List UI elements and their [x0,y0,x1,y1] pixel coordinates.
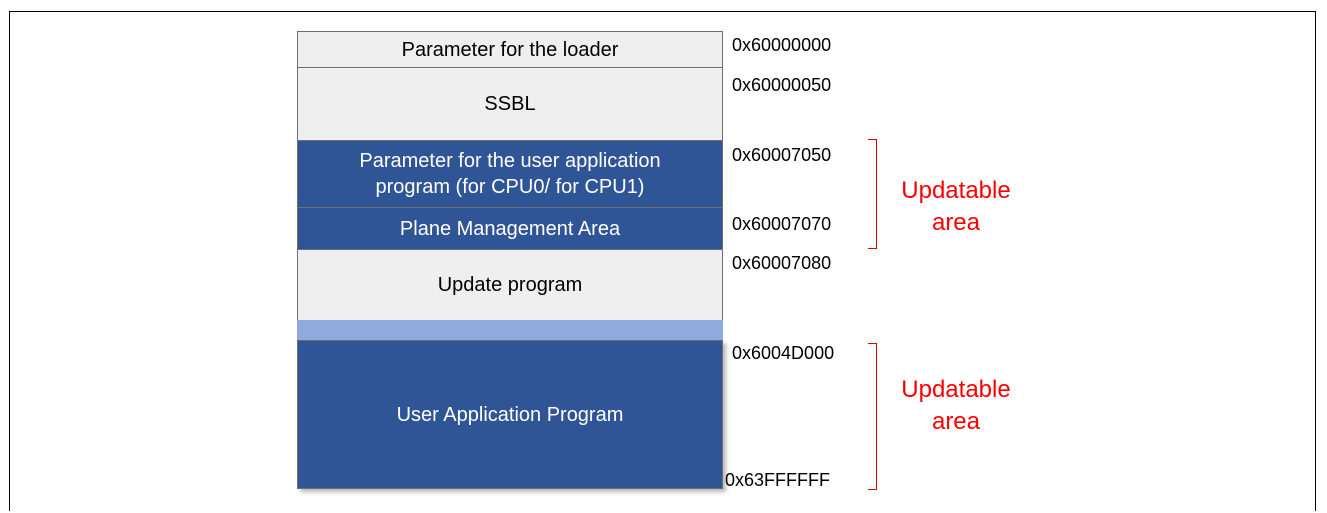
address-label: 0x60007080 [732,253,832,273]
block-loader-parameter: Parameter for the loader [297,31,723,68]
address-label: 0x6004D000 [732,343,835,363]
block-ssbl: SSBL [297,67,723,141]
block-plane-management: Plane Management Area [297,207,723,250]
block-update-program: Update program [297,249,723,321]
updatable-line: Updatable [901,177,1011,204]
updatable-area-label: Updatable area [876,175,1036,239]
block-label: Update program [437,274,583,296]
block-user-app-parameter: Parameter for the user application progr… [297,140,723,208]
address-label: 0x60000000 [732,35,832,55]
block-label: User Application Program [396,403,624,426]
block-label-line: program (for CPU0/ for CPU1) [375,176,645,198]
address-label: 0x60000050 [732,75,832,95]
block-label-line: Parameter for the user application [359,150,661,172]
block-unused-gap [297,320,723,341]
updatable-line: area [931,408,981,435]
block-label: Plane Management Area [399,217,621,240]
updatable-line: Updatable [901,376,1011,403]
block-user-application-program: User Application Program [297,340,723,489]
block-label: Parameter for the loader [401,38,619,61]
address-label: 0x60007070 [732,214,832,234]
updatable-area-label: Updatable area [876,374,1036,438]
address-label: 0x63FFFFFF [725,470,831,490]
address-label: 0x60007050 [732,145,832,165]
updatable-line: area [931,209,981,236]
block-label: SSBL [484,93,536,115]
